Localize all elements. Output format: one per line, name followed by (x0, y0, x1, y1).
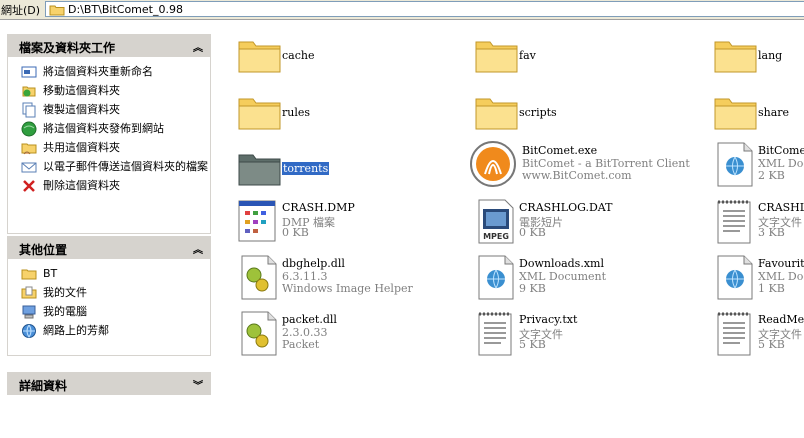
email-icon (21, 162, 37, 173)
file-view: cache fav lang rules scripts share torre… (220, 20, 804, 438)
task-publish[interactable]: 將這個資料夾發佈到網站 (8, 121, 210, 137)
task-share[interactable]: 共用這個資料夾 (8, 141, 210, 155)
address-bar: 網址(D) D:\BT\BitComet_0.98 (0, 0, 804, 20)
share-folder-icon (21, 143, 37, 155)
folder-icon (714, 98, 757, 130)
file-tasks-panel: 檔案及資料夾工作 ︽ 將這個資料夾重新命名 移動這個資料夾 複製這個資料夾 將這… (7, 34, 211, 234)
folder-icon (238, 98, 281, 130)
folder-icon (21, 269, 37, 280)
mpeg-file-icon: MPEG (478, 199, 514, 244)
svg-text:MPEG: MPEG (483, 232, 509, 241)
xml-document-icon (717, 255, 753, 300)
text-file-icon (478, 312, 512, 356)
details-header[interactable]: 詳細資料 ︾ (7, 372, 211, 395)
place-my-documents[interactable]: 我的文件 (8, 286, 210, 299)
dll-file-icon (241, 255, 277, 300)
task-copy[interactable]: 複製這個資料夾 (8, 102, 210, 118)
address-path: D:\BT\BitComet_0.98 (68, 3, 183, 16)
file-tasks-title: 檔案及資料夾工作 (19, 41, 116, 55)
dmp-file-icon (238, 200, 276, 242)
rename-icon (21, 66, 37, 78)
text-file-icon (717, 312, 751, 356)
dll-file-icon (241, 311, 277, 356)
collapse-icon[interactable]: ︽ (193, 241, 203, 256)
move-icon (22, 86, 36, 97)
collapse-icon[interactable]: ︽ (193, 39, 203, 54)
folder-icon (475, 98, 518, 130)
folder-icon (49, 5, 65, 16)
task-email[interactable]: 以電子郵件傳送這個資料夾的檔案 (8, 160, 210, 173)
file-tasks-body: 將這個資料夾重新命名 移動這個資料夾 複製這個資料夾 將這個資料夾發佈到網站 共… (7, 57, 211, 234)
place-my-computer[interactable]: 我的電腦 (8, 305, 210, 319)
xml-document-icon (717, 142, 753, 187)
details-panel: 詳細資料 ︾ (7, 372, 211, 395)
my-documents-icon (21, 286, 37, 299)
address-label: 網址(D) (1, 4, 41, 17)
folder-icon (238, 154, 281, 186)
text-file-icon (717, 200, 751, 244)
folder-icon (475, 41, 518, 73)
task-pane: 檔案及資料夾工作 ︽ 將這個資料夾重新命名 移動這個資料夾 複製這個資料夾 將這… (0, 20, 220, 438)
task-rename[interactable]: 將這個資料夾重新命名 (8, 65, 210, 78)
file-tasks-header[interactable]: 檔案及資料夾工作 ︽ (7, 34, 211, 57)
bitcomet-icon (470, 141, 516, 187)
task-delete[interactable]: 刪除這個資料夾 (8, 179, 210, 192)
place-network[interactable]: 網路上的芳鄰 (8, 324, 210, 338)
place-bt[interactable]: BT (8, 267, 210, 280)
network-icon (22, 324, 36, 338)
other-places-body: BT 我的文件 我的電腦 網路上的芳鄰 (7, 259, 211, 356)
folder-icon (238, 41, 281, 73)
address-input[interactable]: D:\BT\BitComet_0.98 (45, 1, 804, 17)
folder-icon (714, 41, 757, 73)
other-places-panel: 其他位置 ︽ BT 我的文件 我的電腦 網路上的芳鄰 (7, 236, 211, 356)
my-computer-icon (22, 305, 36, 319)
other-places-title: 其他位置 (19, 243, 68, 257)
task-move[interactable]: 移動這個資料夾 (8, 84, 210, 97)
copy-icon (22, 102, 36, 118)
delete-icon (23, 180, 35, 192)
expand-icon[interactable]: ︾ (193, 377, 203, 392)
other-places-header[interactable]: 其他位置 ︽ (7, 236, 211, 259)
publish-web-icon (21, 121, 37, 137)
details-title: 詳細資料 (19, 379, 68, 393)
xml-document-icon (478, 255, 514, 300)
